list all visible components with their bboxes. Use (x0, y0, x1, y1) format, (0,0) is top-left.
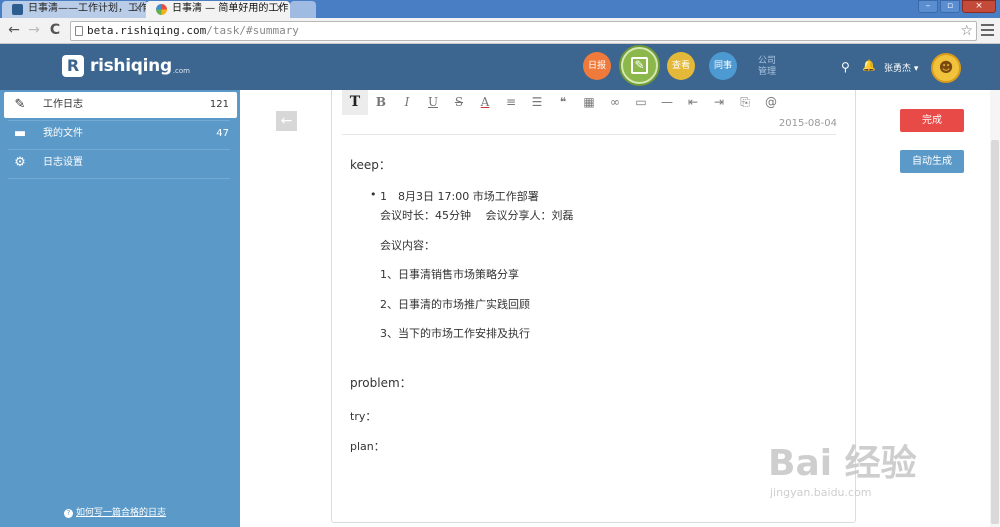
browser-toolbar: ← → C beta.rishiqing.com/task/#summary ☆ (0, 18, 1000, 44)
company-management-link[interactable]: 公司 管理 (758, 56, 776, 78)
url-path: /task/#summary (206, 24, 299, 37)
try-heading: try： (350, 410, 377, 423)
scrollbar[interactable] (990, 90, 1000, 527)
browser-menu-icon[interactable] (981, 24, 994, 39)
agenda-item: 2、日事清的市场推广实践回顾 (380, 298, 530, 311)
ordered-list-icon[interactable]: ≡ (498, 90, 524, 115)
image-icon[interactable]: ▭ (628, 90, 654, 115)
folder-icon: ▬ (13, 126, 27, 141)
bold-button[interactable]: B (368, 90, 394, 115)
sidebar-item-log-settings[interactable]: ⚙ 日志设置 (4, 150, 237, 176)
unordered-list-icon[interactable]: ☰ (524, 90, 550, 115)
browser-tab-2[interactable]: 日事清 — 简单好用的工作 × (146, 1, 290, 18)
link-icon[interactable]: ∞ (602, 90, 628, 115)
reload-icon[interactable]: C (47, 22, 63, 38)
text-style-button[interactable]: T (342, 90, 368, 115)
minimize-button[interactable]: – (918, 0, 938, 13)
log-date: 2015-08-04 (778, 118, 837, 129)
sidebar-item-label: 日志设置 (43, 157, 83, 168)
maximize-button[interactable]: ▫ (940, 0, 960, 13)
auto-generate-button[interactable]: 自动生成 (900, 150, 964, 173)
meeting-title: 1 8月3日 17:00 市场工作部署 (380, 190, 539, 203)
user-menu[interactable]: 张勇杰 ▾ (884, 61, 918, 74)
edit-icon: ✎ (14, 97, 26, 112)
logo-mark-icon: R (62, 55, 84, 77)
write-log-button[interactable]: ✎ (621, 47, 658, 84)
strikethrough-button[interactable]: S (446, 90, 472, 115)
watermark-url: jingyan.baidu.com (770, 486, 872, 499)
close-window-button[interactable]: × (962, 0, 996, 13)
daily-report-button[interactable]: 日报 (583, 52, 611, 80)
attachment-icon[interactable]: ⎘ (732, 90, 758, 115)
baidu-watermark: Bai 经验 jingyan.baidu.com (764, 418, 964, 508)
window-controls: – ▫ × (918, 0, 996, 14)
divider (8, 178, 230, 179)
logo[interactable]: R rishiqing .com (62, 55, 190, 77)
search-icon[interactable]: ⚲ (841, 60, 850, 74)
favicon-icon (156, 4, 167, 15)
bell-icon[interactable]: 🔔 (862, 59, 876, 72)
brand-name: rishiqing (90, 56, 172, 76)
meeting-content-label: 会议内容： (380, 239, 435, 252)
back-arrow-icon[interactable]: ← (6, 22, 22, 38)
colleagues-button[interactable]: 同事 (709, 52, 737, 80)
meeting-meta: 会议时长：45分钟 会议分享人：刘磊 (380, 209, 574, 222)
sidebar-item-label: 工作日志 (43, 99, 83, 110)
mgmt-line-2: 管理 (758, 67, 777, 77)
url-host: beta.rishiqing.com (87, 24, 207, 37)
favicon-icon (12, 4, 23, 15)
tab-title: 日事清 — 简单好用的工作 (172, 3, 289, 14)
divider (342, 134, 836, 135)
indent-icon[interactable]: ⇥ (706, 90, 732, 115)
editor-toolbar: T B I U S A ≡ ☰ ❝ ▦ ∞ ▭ — ⇤ ⇥ ⎘ @ (342, 90, 784, 115)
app-header: R rishiqing .com 日报 ✎ 查看 同事 公司 管理 ⚲ 🔔 张勇… (0, 44, 1000, 90)
help-link[interactable]: ? 如何写一篇合格的日志 (64, 505, 166, 518)
underline-button[interactable]: U (420, 90, 446, 115)
forward-arrow-icon[interactable]: → (26, 22, 42, 38)
tab-close-icon[interactable]: × (134, 1, 142, 17)
sidebar-item-my-files[interactable]: ▬ 我的文件 47 (4, 121, 237, 147)
sidebar-item-count: 47 (216, 128, 229, 139)
new-tab-button[interactable] (290, 1, 316, 18)
done-button[interactable]: 完成 (900, 109, 964, 132)
agenda-item: 1、日事清销售市场策略分享 (380, 268, 519, 281)
back-button[interactable]: ← (276, 111, 297, 131)
page-icon (75, 26, 83, 36)
watermark-logo: Bai 经验 (768, 443, 917, 484)
mgmt-line-1: 公司 (758, 56, 777, 66)
sidebar-item-label: 我的文件 (43, 128, 83, 139)
scrollbar-thumb[interactable] (991, 140, 999, 524)
quote-icon[interactable]: ❝ (550, 90, 576, 115)
agenda-item: 3、当下的市场工作安排及执行 (380, 327, 530, 340)
plan-heading: plan： (350, 440, 385, 453)
gear-icon: ⚙ (14, 155, 26, 170)
sidebar-item-count: 121 (209, 99, 229, 110)
brand-suffix: .com (172, 67, 191, 75)
horizontal-rule-icon[interactable]: — (654, 90, 680, 115)
mention-icon[interactable]: @ (758, 90, 784, 115)
browser-tab-1[interactable]: 日事清——工作计划，工作 × (2, 1, 148, 18)
browser-tabstrip: 日事清——工作计划，工作 × 日事清 — 简单好用的工作 × – ▫ × (0, 0, 1000, 18)
keep-heading: keep： (350, 158, 391, 172)
sidebar: ✎ 工作日志 121 ▬ 我的文件 47 ⚙ 日志设置 ? 如何写一篇合格的日志 (0, 90, 240, 527)
problem-heading: problem： (350, 376, 412, 390)
table-icon[interactable]: ▦ (576, 90, 602, 115)
address-bar[interactable]: beta.rishiqing.com/task/#summary ☆ (70, 21, 977, 41)
question-icon: ? (64, 509, 73, 518)
tab-close-icon[interactable]: × (276, 1, 284, 17)
edit-icon: ✎ (631, 57, 648, 74)
sidebar-item-work-log[interactable]: ✎ 工作日志 121 (4, 92, 237, 118)
bookmark-star-icon[interactable]: ☆ (960, 22, 973, 40)
avatar[interactable]: ☻ (931, 53, 961, 83)
view-button[interactable]: 查看 (667, 52, 695, 80)
bullet-icon: • (370, 188, 377, 201)
italic-button[interactable]: I (394, 90, 420, 115)
help-text: 如何写一篇合格的日志 (76, 508, 167, 518)
font-color-button[interactable]: A (472, 90, 498, 115)
outdent-icon[interactable]: ⇤ (680, 90, 706, 115)
tab-title: 日事清——工作计划，工作 (28, 3, 148, 14)
